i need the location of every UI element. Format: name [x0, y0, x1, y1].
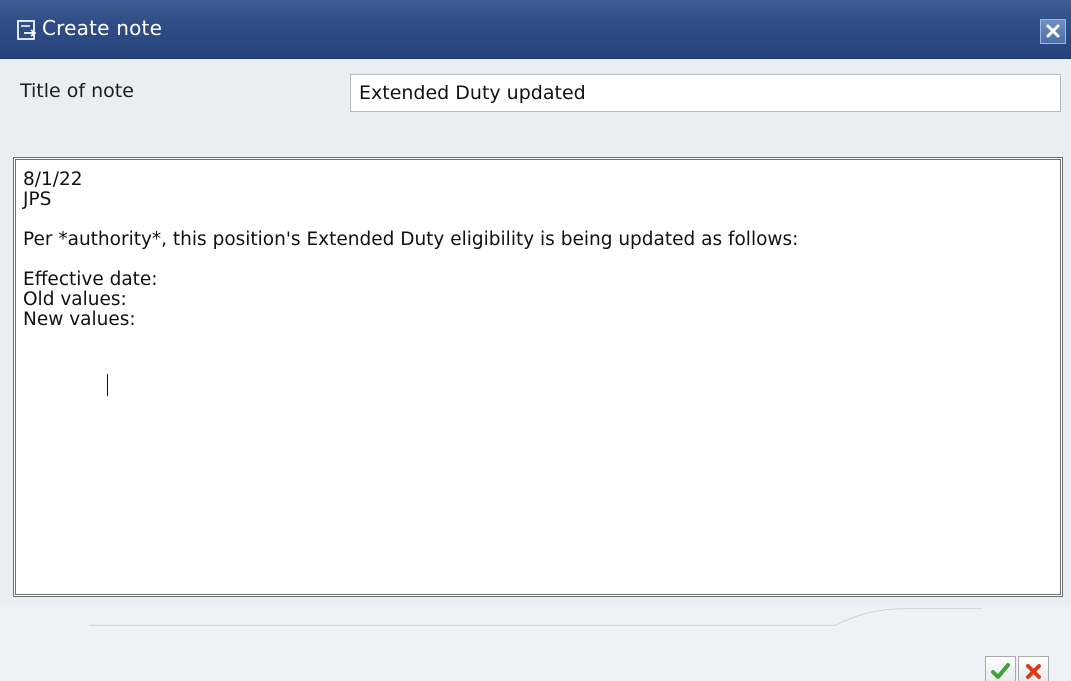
close-button[interactable] — [1040, 19, 1066, 44]
title-of-note-label: Title of note — [20, 80, 134, 102]
title-bar: Create note — [0, 0, 1071, 59]
edit-note-icon — [17, 20, 39, 40]
note-text-area[interactable]: 8/1/22 JPS Per *authority*, this position… — [23, 170, 1053, 590]
note-line: Old values: — [23, 289, 127, 310]
note-line: JPS — [23, 189, 52, 210]
confirm-button[interactable] — [985, 656, 1016, 681]
note-line: 8/1/22 — [23, 169, 83, 190]
checkmark-icon — [986, 663, 1015, 681]
title-of-note-input[interactable] — [350, 74, 1061, 112]
dialog-title: Create note — [42, 16, 163, 40]
text-cursor — [107, 374, 108, 396]
note-line — [23, 210, 1053, 230]
footer-divider — [89, 608, 982, 626]
note-line — [23, 250, 1053, 270]
note-line: Per *authority*, this position's Extende… — [23, 229, 799, 250]
note-line: Effective date: — [23, 269, 158, 290]
create-note-dialog: Create note Title of note 8/1/22JPS Per … — [0, 0, 1071, 681]
note-line: New values: — [23, 309, 136, 330]
cancel-button[interactable] — [1018, 656, 1049, 681]
close-icon — [1041, 24, 1065, 47]
cancel-icon — [1019, 664, 1048, 681]
